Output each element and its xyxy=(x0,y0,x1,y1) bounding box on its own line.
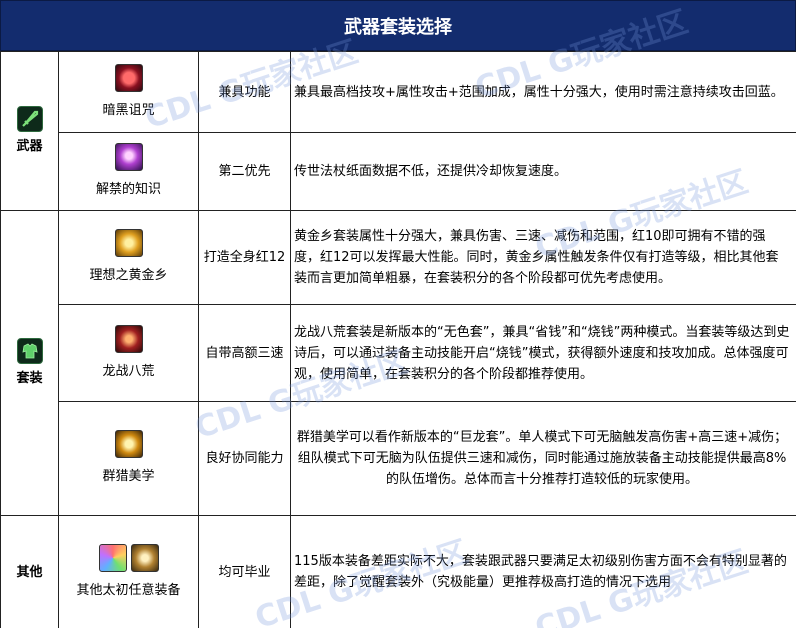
item-feature: 打造全身红12 xyxy=(198,210,291,305)
item-feature: 均可毕业 xyxy=(198,515,291,628)
table-row: 群猎美学 良好协同能力 群猎美学可以看作新版本的“巨龙套”。单人模式下可无脑触发… xyxy=(1,401,796,516)
item-cell: 理想之黄金乡 xyxy=(58,210,199,305)
item-cell: 暗黑诅咒 xyxy=(58,51,199,133)
category-label: 武器 xyxy=(16,138,43,154)
item-feature: 兼具功能 xyxy=(198,51,291,133)
item-name: 理想之黄金乡 xyxy=(89,268,168,283)
category-set: 套装 xyxy=(0,210,59,516)
golden-armor-icon xyxy=(114,229,143,257)
hunting-aesthetics-icon xyxy=(114,430,143,458)
item-cell: 其他太初任意装备 xyxy=(58,515,199,628)
table-row: 解禁的知识 第二优先 传世法杖纸面数据不低，还提供冷却恢复速度。 xyxy=(1,132,796,211)
item-description: 115版本装备差距实际不大，套装跟武器只要满足太初级别伤害方面不会有特别显著的差… xyxy=(290,515,796,628)
item-description: 黄金乡套装属性十分强大，兼具伤害、三速、减伤和范围，红10即可拥有不错的强度，红… xyxy=(290,210,796,305)
item-icons xyxy=(59,543,198,572)
category-weapon: 武器 xyxy=(0,51,59,211)
rainbow-orb-icon xyxy=(98,543,127,572)
green-sword-icon xyxy=(16,105,43,132)
item-name: 群猎美学 xyxy=(102,469,155,484)
item-description: 兼具最高档技攻+属性攻击+范围加成，属性十分强大，使用时需注意持续攻击回蓝。 xyxy=(290,51,796,133)
golden-gauntlet-icon xyxy=(130,543,159,572)
table-row: 套装 理想之黄金乡 打造全身红12 黄金乡套装属性十分强大，兼具伤害、三速、减伤… xyxy=(0,210,796,516)
selection-table: 武器 暗黑诅咒 兼具功能 兼具最高档技攻+属性攻击+范围加成，属性十分强大，使用… xyxy=(0,51,796,628)
item-cell: 群猎美学 xyxy=(58,401,199,516)
item-description: 传世法杖纸面数据不低，还提供冷却恢复速度。 xyxy=(290,132,796,211)
item-name: 暗黑诅咒 xyxy=(102,102,155,118)
page-title: 武器套装选择 xyxy=(0,0,796,51)
item-description: 群猎美学可以看作新版本的“巨龙套”。单人模式下可无脑触发高伤害+高三速+减伤；组… xyxy=(290,401,796,516)
table-row: 武器 暗黑诅咒 兼具功能 兼具最高档技攻+属性攻击+范围加成，属性十分强大，使用… xyxy=(0,51,796,211)
forbidden-knowledge-icon xyxy=(114,143,143,171)
item-cell: 解禁的知识 xyxy=(58,132,199,211)
item-name: 其他太初任意装备 xyxy=(76,582,181,598)
item-name: 解禁的知识 xyxy=(95,182,161,197)
dark-curse-icon xyxy=(114,63,143,92)
table-row: 龙战八荒 自带高额三速 龙战八荒套装是新版本的“无色套”，兼具“省钱”和“烧钱”… xyxy=(1,304,796,402)
item-name: 龙战八荒 xyxy=(102,363,155,379)
table-row: 其他 其他太初任意装备 均可毕业 115版本装备差距实际不大，套装跟武器只要满足… xyxy=(0,515,796,628)
item-feature: 良好协同能力 xyxy=(198,401,291,516)
item-feature: 自带高额三速 xyxy=(198,304,291,402)
green-armor-icon xyxy=(16,337,43,364)
item-cell: 龙战八荒 xyxy=(58,304,199,402)
category-other: 其他 xyxy=(0,515,59,628)
dragon-armor-icon xyxy=(114,324,143,353)
category-label: 套装 xyxy=(16,370,43,386)
item-description: 龙战八荒套装是新版本的“无色套”，兼具“省钱”和“烧钱”两种模式。当套装等级达到… xyxy=(290,304,796,402)
item-feature: 第二优先 xyxy=(198,132,291,211)
